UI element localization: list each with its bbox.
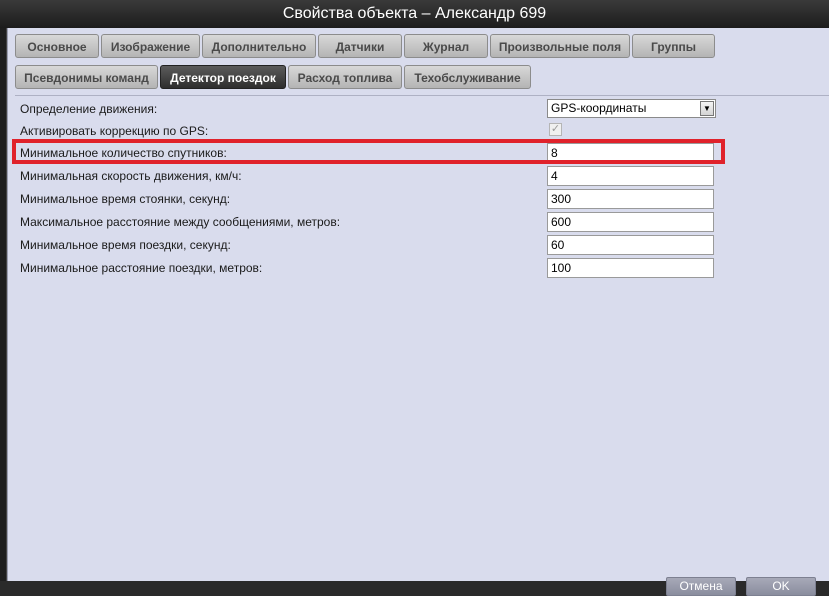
tab-custom-fields[interactable]: Произвольные поля: [490, 34, 630, 58]
ok-button[interactable]: OK: [746, 577, 816, 596]
min-speed-input[interactable]: 4: [547, 166, 714, 186]
row-min-speed: Минимальная скорость движения, км/ч: 4: [19, 166, 819, 188]
row-min-trip-time: Минимальное время поездки, секунд: 60: [19, 235, 819, 257]
tab-image[interactable]: Изображение: [101, 34, 200, 58]
tab-journal[interactable]: Журнал: [404, 34, 488, 58]
row-max-distance: Максимальное расстояние между сообщениям…: [19, 212, 819, 234]
min-trip-distance-label: Минимальное расстояние поездки, метров:: [20, 261, 263, 275]
max-distance-input[interactable]: 600: [547, 212, 714, 232]
row-movement-detection: Определение движения: GPS-координаты ▼: [19, 99, 819, 121]
min-trip-time-input[interactable]: 60: [547, 235, 714, 255]
tab-sensors[interactable]: Датчики: [318, 34, 402, 58]
movement-detection-value: GPS-координаты: [551, 101, 647, 115]
movement-detection-select[interactable]: GPS-координаты ▼: [547, 99, 716, 118]
row-min-stop-time: Минимальное время стоянки, секунд: 300: [19, 189, 819, 211]
highlight-box: [12, 139, 725, 164]
tab-trip-detector[interactable]: Детектор поездок: [160, 65, 286, 89]
row-min-trip-distance: Минимальное расстояние поездки, метров: …: [19, 258, 819, 280]
check-icon: ✓: [550, 123, 561, 135]
min-speed-label: Минимальная скорость движения, км/ч:: [20, 169, 242, 183]
min-trip-distance-input[interactable]: 100: [547, 258, 714, 278]
movement-detection-label: Определение движения:: [20, 102, 158, 116]
tab-advanced[interactable]: Дополнительно: [202, 34, 316, 58]
tab-general[interactable]: Основное: [15, 34, 99, 58]
properties-panel: Основное Изображение Дополнительно Датчи…: [7, 28, 829, 596]
max-distance-label: Максимальное расстояние между сообщениям…: [20, 215, 341, 229]
side-strip: [0, 28, 7, 581]
min-trip-time-label: Минимальное время поездки, секунд:: [20, 238, 231, 252]
window-title: Свойства объекта – Александр 699: [0, 0, 829, 28]
tab-command-aliases[interactable]: Псевдонимы команд: [15, 65, 158, 89]
chevron-down-icon[interactable]: ▼: [700, 101, 714, 116]
min-stop-time-label: Минимальное время стоянки, секунд:: [20, 192, 231, 206]
gps-correction-checkbox[interactable]: ✓: [549, 123, 562, 136]
cancel-button[interactable]: Отмена: [666, 577, 736, 596]
tab-groups[interactable]: Группы: [632, 34, 715, 58]
tab-content-divider: [15, 95, 829, 96]
gps-correction-label: Активировать коррекцию по GPS:: [20, 124, 209, 138]
min-stop-time-input[interactable]: 300: [547, 189, 714, 209]
tab-maintenance[interactable]: Техобслуживание: [404, 65, 531, 89]
tab-fuel-consumption[interactable]: Расход топлива: [288, 65, 402, 89]
